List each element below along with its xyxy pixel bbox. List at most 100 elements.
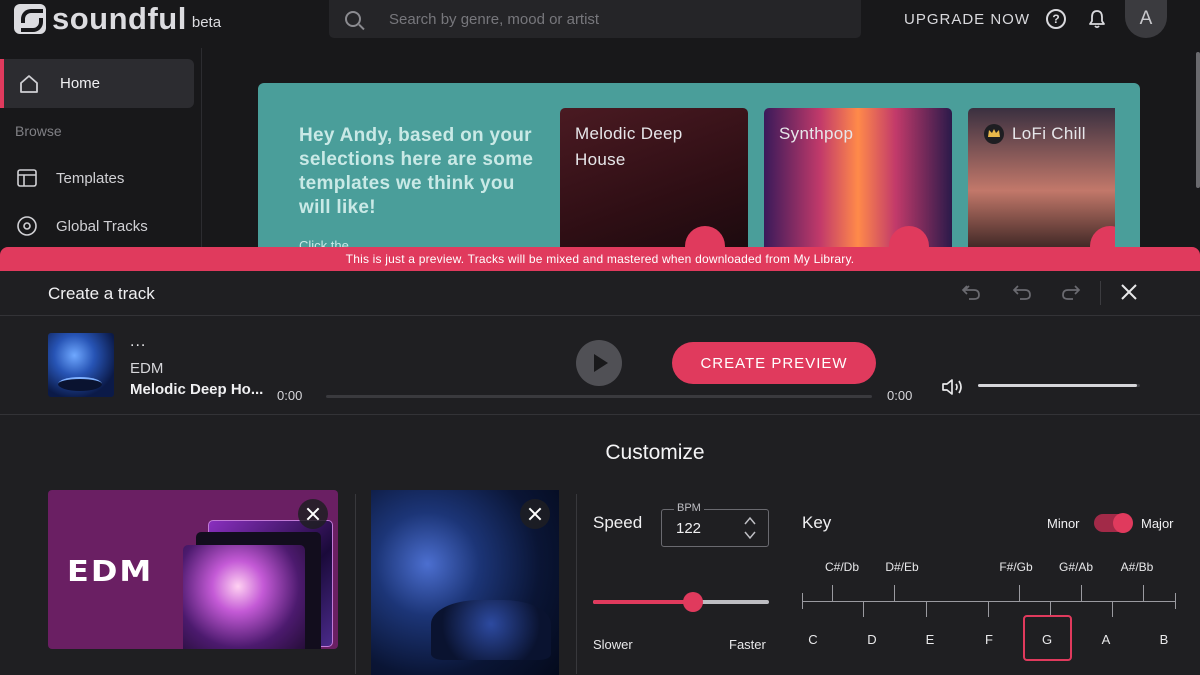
genre-card-label: EDM <box>67 553 154 589</box>
logo-text: soundful <box>52 1 187 36</box>
search-icon <box>345 11 361 27</box>
key-scale-line <box>802 601 1176 602</box>
sidebar-item-templates[interactable]: Templates <box>16 167 124 189</box>
close-icon[interactable] <box>1120 283 1138 301</box>
home-icon <box>20 74 38 93</box>
key-tick <box>802 593 803 609</box>
sidebar-item-label: Home <box>60 75 101 92</box>
template-image <box>371 490 559 675</box>
track-thumbnail <box>48 333 114 397</box>
remove-template-button[interactable] <box>520 499 550 529</box>
templates-icon <box>17 169 37 187</box>
remove-genre-button[interactable] <box>298 499 328 529</box>
progress-bar[interactable] <box>326 395 872 398</box>
logo[interactable]: soundful beta <box>14 1 222 36</box>
toolbar-divider <box>1100 281 1101 305</box>
bell-icon[interactable] <box>1088 9 1106 29</box>
key-note-c[interactable]: C <box>808 632 817 647</box>
recommendation-banner: Hey Andy, based on your selections here … <box>258 83 1140 253</box>
sidebar-item-global-tracks[interactable]: Global Tracks <box>16 215 148 237</box>
template-card-lofi-chill[interactable]: LoFi Chill <box>968 108 1115 253</box>
genre-card-edm[interactable]: EDM <box>48 490 338 649</box>
customize-heading: Customize <box>605 441 705 464</box>
play-button[interactable] <box>576 340 622 386</box>
faster-label: Faster <box>729 637 766 652</box>
major-label: Major <box>1141 516 1174 531</box>
track-genre: EDM <box>130 360 164 377</box>
time-elapsed: 0:00 <box>277 388 303 403</box>
create-track-panel: Create a track ... EDM Melodic Deep Ho..… <box>0 271 1200 675</box>
key-note-e[interactable]: E <box>926 632 935 647</box>
track-template-name: Melodic Deep Ho... <box>130 381 264 398</box>
template-card-melodic-deep-house[interactable]: Melodic Deep House <box>560 108 748 253</box>
sidebar: Home Browse Templates Global Tracks <box>0 48 202 248</box>
key-tick <box>863 601 864 617</box>
genre-artwork <box>183 545 305 649</box>
key-tick <box>926 601 927 617</box>
browse-heading: Browse <box>15 123 62 139</box>
bpm-value: 122 <box>676 520 702 537</box>
key-label: Key <box>802 513 832 532</box>
volume-fill <box>978 384 1137 387</box>
template-card-title: LoFi Chill <box>1012 124 1086 143</box>
sidebar-item-label: Global Tracks <box>56 217 148 235</box>
key-sharp-f-sharp[interactable]: F#/Gb <box>999 560 1032 574</box>
key-sharp-d-sharp[interactable]: D#/Eb <box>885 560 918 574</box>
template-card-title: Synthpop <box>779 124 854 143</box>
volume-icon[interactable] <box>941 377 965 397</box>
redo-icon[interactable] <box>1060 283 1082 301</box>
key-sharp-g-sharp[interactable]: G#/Ab <box>1059 560 1093 574</box>
key-note-g[interactable]: G <box>1042 632 1052 647</box>
key-note-a[interactable]: A <box>1102 632 1111 647</box>
undo-icon[interactable] <box>1011 283 1033 301</box>
upgrade-now-button[interactable]: UPGRADE NOW <box>904 11 1030 28</box>
speed-label: Speed <box>593 513 643 532</box>
template-card-synthpop[interactable]: Synthpop <box>764 108 952 253</box>
page-scrollbar[interactable] <box>1196 52 1200 188</box>
key-note-f[interactable]: F <box>985 632 993 647</box>
key-tick <box>894 585 895 601</box>
key-tick <box>1019 585 1020 601</box>
crown-icon <box>984 124 1004 144</box>
toggle-knob <box>1113 513 1133 533</box>
key-tick <box>1081 585 1082 601</box>
key-sharp-a-sharp[interactable]: A#/Bb <box>1121 560 1154 574</box>
banner-headline: Hey Andy, based on your selections here … <box>299 125 534 218</box>
major-minor-toggle[interactable] <box>1094 513 1133 533</box>
key-note-b[interactable]: B <box>1160 632 1169 647</box>
minor-label: Minor <box>1047 516 1080 531</box>
panel-header: Create a track <box>0 271 1200 316</box>
sidebar-item-home[interactable]: Home <box>0 59 194 108</box>
chevron-down-icon[interactable] <box>744 530 756 540</box>
key-sharp-c-sharp[interactable]: C#/Db <box>825 560 859 574</box>
key-tick <box>1143 585 1144 601</box>
volume-slider[interactable] <box>978 384 1140 387</box>
track-title: ... <box>130 333 147 350</box>
avatar[interactable]: A <box>1125 0 1167 38</box>
sidebar-item-label: Templates <box>56 169 125 187</box>
preview-notice: This is just a preview. Tracks will be m… <box>0 247 1200 271</box>
logo-mark-icon <box>14 4 46 34</box>
help-icon[interactable]: ? <box>1046 9 1066 29</box>
track-player: ... EDM Melodic Deep Ho... 0:00 0:00 CRE… <box>0 317 1200 415</box>
search-bar[interactable] <box>329 0 861 38</box>
key-tick <box>988 601 989 617</box>
key-note-d[interactable]: D <box>867 632 876 647</box>
key-tick <box>1112 601 1113 617</box>
beta-badge: beta <box>191 14 222 31</box>
section-divider <box>576 494 577 674</box>
panel-title: Create a track <box>48 284 155 303</box>
create-preview-button[interactable]: CREATE PREVIEW <box>672 342 876 384</box>
speed-slider-fill <box>593 600 694 604</box>
global-tracks-icon <box>17 216 37 236</box>
template-card-title: Melodic Deep House <box>575 124 683 169</box>
speed-slider[interactable] <box>593 592 769 612</box>
key-tick <box>1175 593 1176 609</box>
top-bar: soundful beta UPGRADE NOW ? A <box>0 0 1200 48</box>
slower-label: Slower <box>593 637 633 652</box>
history-icon[interactable] <box>960 283 982 301</box>
bpm-caption: BPM <box>674 502 704 514</box>
chevron-up-icon[interactable] <box>744 516 756 526</box>
search-input[interactable] <box>389 10 789 28</box>
speed-slider-thumb[interactable] <box>683 592 704 612</box>
